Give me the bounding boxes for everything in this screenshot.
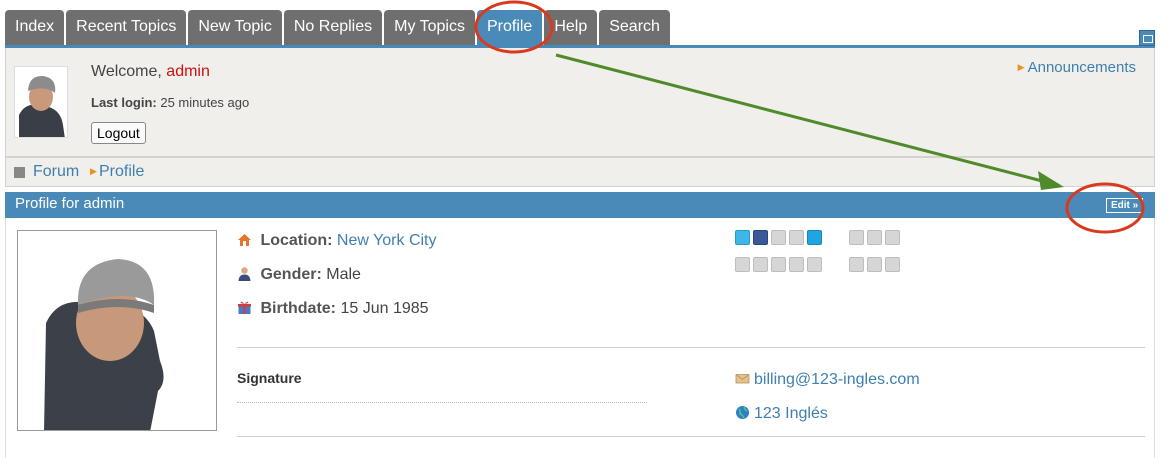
tab-profile[interactable]: Profile [476,10,543,46]
birthdate-field: Birthdate: 15 Jun 1985 [237,300,429,318]
breadcrumb-forum[interactable]: Forum [33,163,79,181]
social-row-1b [849,230,903,245]
social-row-1a [735,230,825,245]
icq-icon[interactable] [771,257,786,272]
birthdate-value: 15 Jun 1985 [340,300,429,317]
main-tabs: Index Recent Topics New Topic No Replies… [5,10,672,46]
announcements-link[interactable]: ▶ Announcements [1018,59,1136,76]
website-link[interactable]: 123 Inglés [735,405,828,423]
tab-recent-topics[interactable]: Recent Topics [66,10,187,46]
google-icon[interactable] [771,230,786,245]
myspace-icon[interactable] [867,230,882,245]
social-row-2a [735,257,825,272]
welcome-username[interactable]: admin [166,63,210,80]
tab-help[interactable]: Help [544,10,598,46]
gender-label: Gender: [260,266,322,283]
twitter-icon[interactable] [735,230,750,245]
announcements-label[interactable]: Announcements [1028,59,1136,76]
flickr-icon[interactable] [867,257,882,272]
envelope-icon [735,374,750,384]
tab-new-topic[interactable]: New Topic [188,10,282,46]
youtube-icon[interactable] [885,257,900,272]
aim-icon[interactable] [753,257,768,272]
profile-photo [17,230,217,431]
skype-icon[interactable] [807,230,822,245]
location-field: Location: New York City [237,232,437,250]
facebook-icon[interactable] [753,230,768,245]
last-login-value: 25 minutes ago [160,95,250,110]
email-value[interactable]: billing@123-ingles.com [754,371,920,388]
welcome-prefix: Welcome, [91,63,162,80]
divider [237,347,1145,348]
signature-area [237,402,647,403]
profile-title: Profile for admin [15,195,125,212]
edit-profile-button[interactable]: Edit » [1106,198,1144,213]
forum-square-icon [14,167,25,178]
location-value[interactable]: New York City [337,232,437,249]
mail-icon[interactable] [735,257,750,272]
welcome-text: Welcome, admin [91,63,210,81]
gender-field: Gender: Male [237,266,361,284]
collapse-icon[interactable] [1139,30,1155,46]
user-icon [238,267,251,281]
arrow-right-icon: ▶ [90,166,97,176]
tab-no-replies[interactable]: No Replies [283,10,383,46]
profile-header: Profile for admin Edit » [5,192,1155,218]
avatar [14,66,68,138]
profile-body: Location: New York City Gender: Male Bir… [5,218,1155,458]
last-login: Last login: 25 minutes ago [91,95,249,110]
yahoo-icon[interactable] [807,257,822,272]
digg-icon[interactable] [885,230,900,245]
location-label: Location: [260,232,333,249]
user-panel: Welcome, admin Last login: 25 minutes ag… [5,48,1155,157]
gtalk-icon[interactable] [789,257,804,272]
birthdate-label: Birthdate: [260,300,337,317]
logout-button[interactable]: Logout [91,122,146,144]
tab-my-topics[interactable]: My Topics [384,10,475,46]
globe-icon [736,406,749,419]
last-login-label: Last login: [91,95,157,110]
divider [237,436,1145,437]
social-row-2b [849,257,903,272]
tab-search[interactable]: Search [599,10,670,46]
blogger-icon[interactable] [849,257,864,272]
delicious-icon[interactable] [849,230,864,245]
gender-value: Male [326,266,361,283]
gift-icon [238,301,251,314]
signature-label: Signature [237,370,302,386]
email-link[interactable]: billing@123-ingles.com [735,371,920,389]
breadcrumb: Forum ▶ Profile [5,157,1155,187]
linkedin-icon[interactable] [789,230,804,245]
breadcrumb-profile[interactable]: Profile [99,163,144,181]
home-icon [238,234,251,246]
website-value[interactable]: 123 Inglés [754,405,828,422]
tab-index[interactable]: Index [5,10,65,46]
arrow-right-icon: ▶ [1017,62,1025,72]
